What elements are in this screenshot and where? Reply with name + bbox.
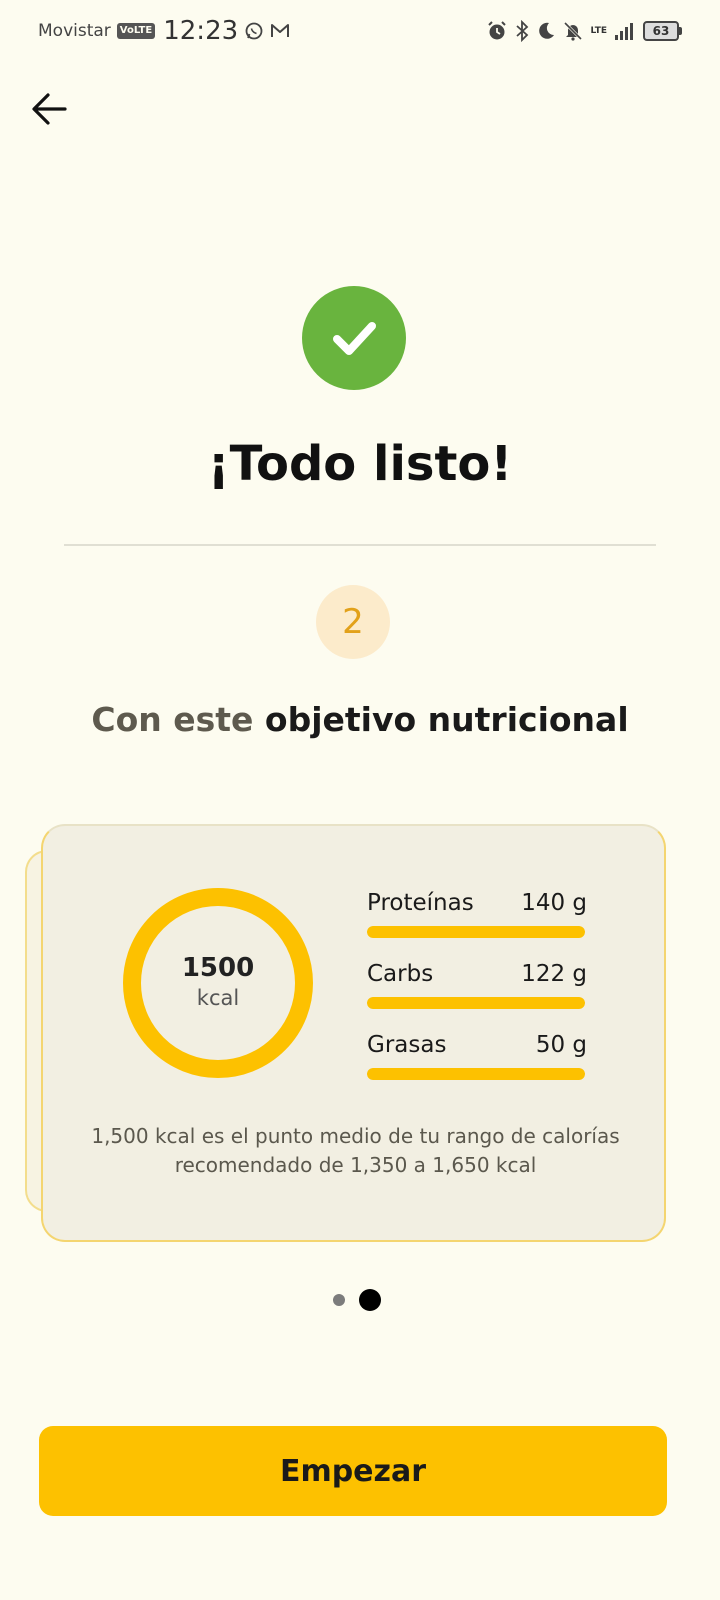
macro-name: Grasas xyxy=(367,1032,447,1058)
macro-proteins: Proteínas 140 g xyxy=(367,890,587,961)
macro-bar xyxy=(367,1068,585,1080)
macro-bar xyxy=(367,997,585,1009)
calories-ring: 1500 kcal xyxy=(123,888,313,1078)
macro-name: Carbs xyxy=(367,961,434,987)
macro-fats: Grasas 50 g xyxy=(367,1032,587,1103)
network-type: LTE xyxy=(590,25,607,36)
moon-icon xyxy=(536,21,556,41)
page-indicator xyxy=(0,1287,720,1313)
subtitle-strong: objetivo nutricional xyxy=(264,700,629,739)
calories-value: 1500 xyxy=(181,953,255,983)
page-title: ¡Todo listo! xyxy=(207,436,513,492)
status-bar: Movistar VoLTE 12:23 LTE 63 xyxy=(0,0,720,62)
subtitle-muted: Con este xyxy=(91,700,254,739)
step-number-badge: 2 xyxy=(316,585,390,659)
status-time: 12:23 xyxy=(163,16,239,46)
page-dot[interactable] xyxy=(333,1294,345,1306)
battery-icon: 63 xyxy=(643,21,682,41)
macro-bar xyxy=(367,926,585,938)
signal-icon xyxy=(614,21,636,41)
page-dot-active[interactable] xyxy=(359,1289,381,1311)
battery-level: 63 xyxy=(643,21,679,41)
bell-muted-icon xyxy=(563,21,583,41)
divider xyxy=(64,544,656,546)
arrow-left-icon xyxy=(32,93,67,125)
carrier-name: Movistar xyxy=(38,21,111,41)
alarm-icon xyxy=(486,20,508,42)
macro-amount: 140 g xyxy=(521,890,587,916)
macros-list: Proteínas 140 g Carbs 122 g Grasas 50 g xyxy=(367,890,587,1103)
check-circle-icon xyxy=(302,286,406,390)
bluetooth-icon xyxy=(515,20,529,42)
step-subtitle: Con este objetivo nutricional xyxy=(0,700,720,739)
macro-amount: 122 g xyxy=(521,961,587,987)
volte-badge: VoLTE xyxy=(116,23,156,39)
app-screen: Movistar VoLTE 12:23 LTE 63 ¡Todo listo!… xyxy=(0,0,720,1600)
calories-unit: kcal xyxy=(196,986,240,1010)
whatsapp-icon xyxy=(244,21,264,41)
back-button[interactable] xyxy=(26,86,72,132)
calorie-range-note: 1,500 kcal es el punto medio de tu rango… xyxy=(91,1124,620,1177)
macro-amount: 50 g xyxy=(535,1032,587,1058)
start-button[interactable]: Empezar xyxy=(39,1426,667,1516)
nutrition-goal-card[interactable]: 1500 kcal Proteínas 140 g Carbs 122 g Gr… xyxy=(41,824,666,1242)
macro-name: Proteínas xyxy=(367,890,474,916)
macro-carbs: Carbs 122 g xyxy=(367,961,587,1032)
gmail-icon xyxy=(270,22,290,40)
